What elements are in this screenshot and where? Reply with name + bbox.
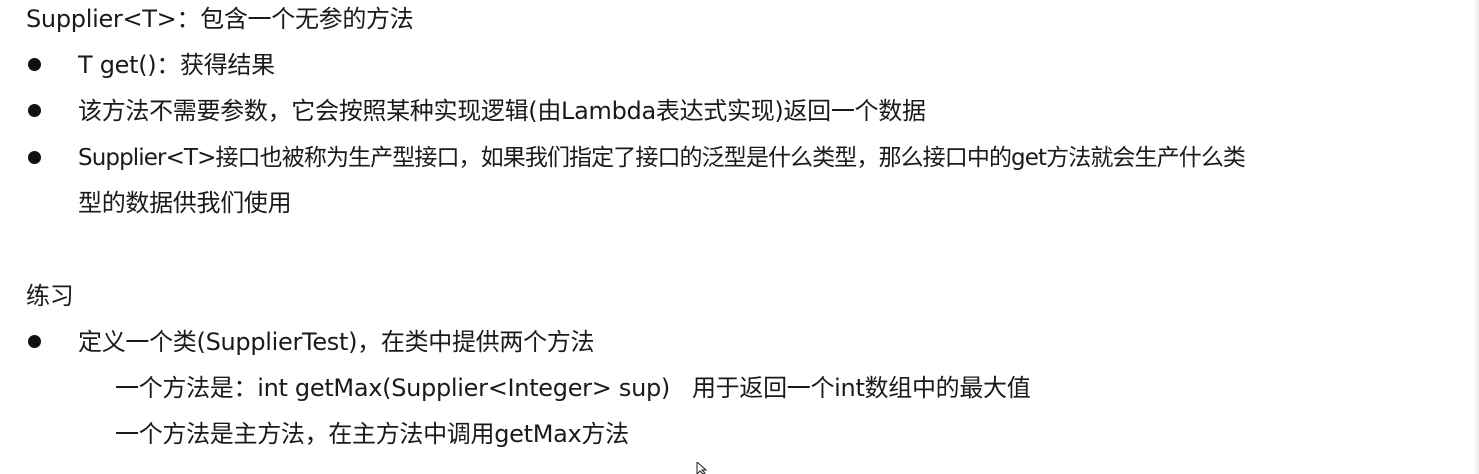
bullet-dot xyxy=(28,104,41,117)
bullet-text-producer-cont: 型的数据供我们使用 xyxy=(78,189,292,217)
bullet-dot xyxy=(28,58,41,71)
mouse-cursor-icon xyxy=(696,462,708,474)
exercise-bullet-text: 定义一个类(SupplierTest)，在类中提供两个方法 xyxy=(78,328,595,356)
heading-line: Supplier<T>：包含一个无参的方法 xyxy=(26,5,414,33)
bullet-text-no-params: 该方法不需要参数，它会按照某种实现逻辑(由Lambda表达式实现)返回一个数据 xyxy=(78,97,926,125)
bullet-dot xyxy=(28,335,41,348)
exercise-sub-item: 一个方法是：int getMax(Supplier<Integer> sup) … xyxy=(115,374,1031,402)
window-edge xyxy=(1473,0,1479,474)
bullet-text-get: T get()：获得结果 xyxy=(78,51,275,79)
bullet-text-producer: Supplier<T>接口也被称为生产型接口，如果我们指定了接口的泛型是什么类型… xyxy=(78,145,1246,171)
exercise-title: 练习 xyxy=(26,282,74,310)
bullet-dot xyxy=(28,151,41,164)
exercise-sub-item: 一个方法是主方法，在主方法中调用getMax方法 xyxy=(115,420,629,448)
